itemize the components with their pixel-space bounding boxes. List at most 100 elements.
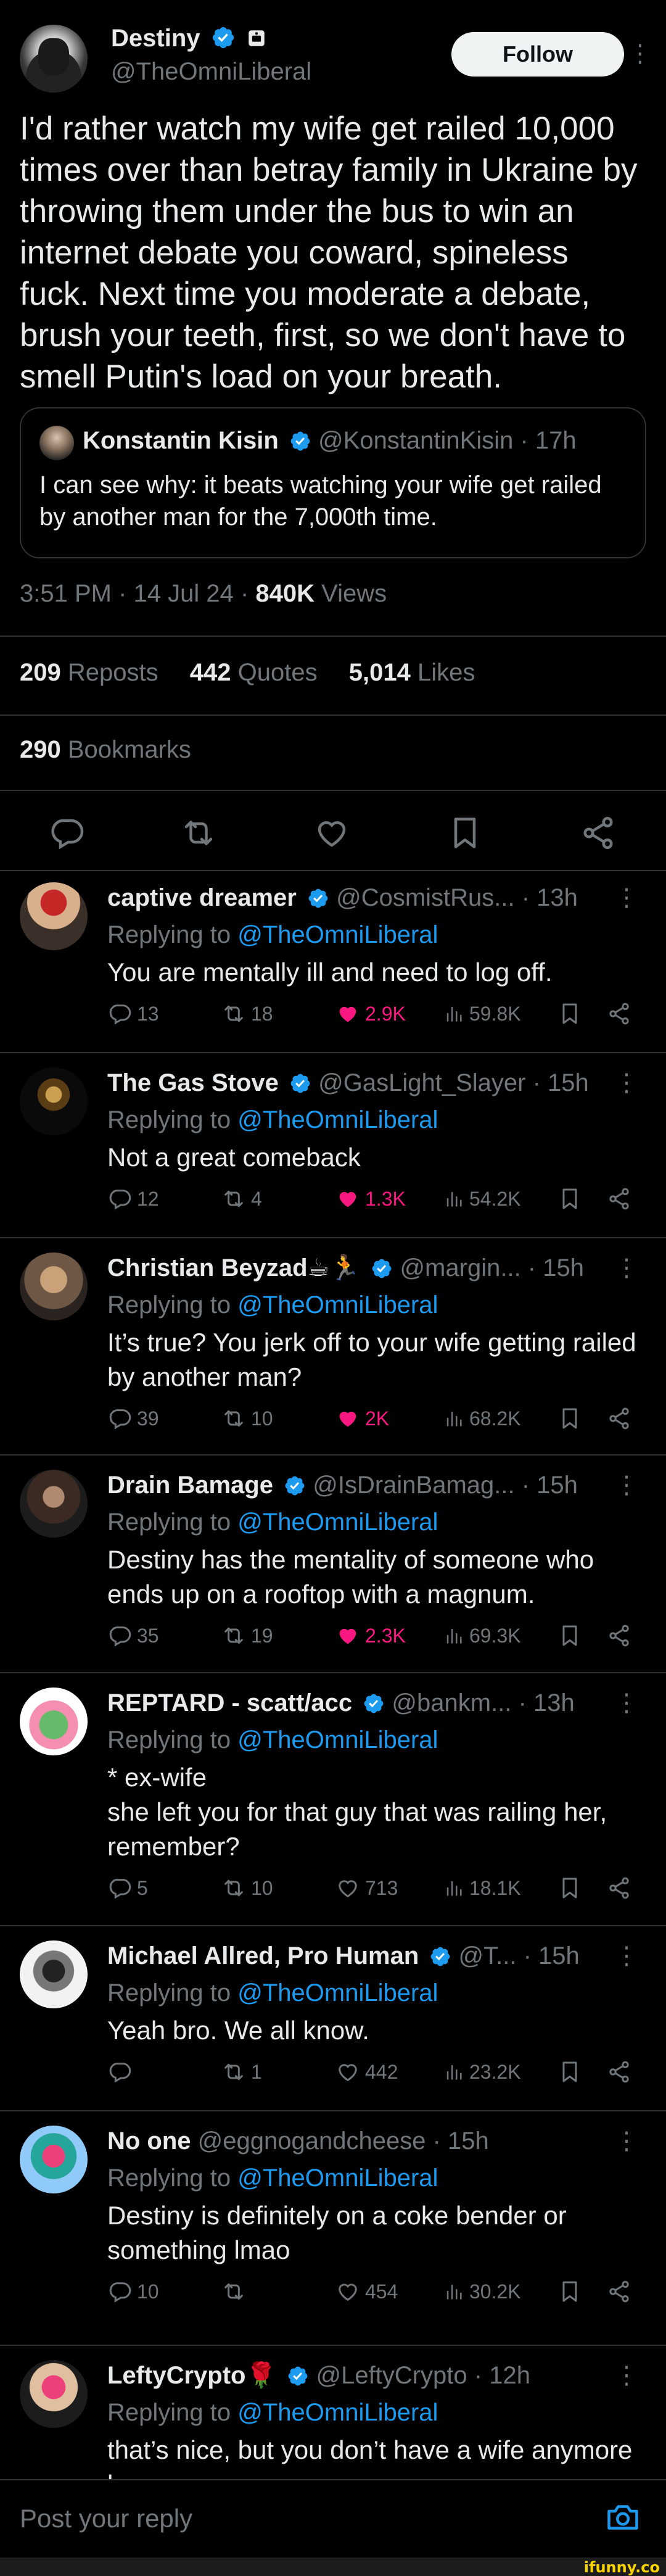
reply-views-button[interactable]: 23.2K [443,2056,521,2087]
replying-to-handle[interactable]: @TheOmniLiberal [237,1979,438,2007]
reply-bookmark-button[interactable] [557,1873,587,1903]
reply-bookmark-button[interactable] [557,1403,587,1434]
avatar[interactable] [20,882,88,950]
bookmarks-stat[interactable]: 290 Bookmarks [20,736,191,764]
author-name[interactable]: Destiny [111,25,200,52]
reply-repost-button[interactable] [221,2276,251,2307]
reply-views-button[interactable]: 59.8K [443,998,521,1029]
reply-repost-button[interactable]: 1 [221,2056,262,2087]
reply-like-button[interactable]: 2.3K [335,1620,406,1651]
like-icon[interactable] [313,814,350,851]
reply-author-name[interactable]: Michael Allred, Pro Human [107,1942,419,1969]
reply-author-name[interactable]: captive dreamer [107,884,297,911]
reply-author-name[interactable]: LeftyCrypto🌹 [107,2362,276,2389]
reply-time[interactable]: · 15h [533,1069,589,1096]
reply-share-button[interactable] [607,2056,636,2087]
reply-views-button[interactable]: 18.1K [443,1873,521,1903]
reply-share-button[interactable] [607,1183,636,1214]
reply-author-handle[interactable]: @IsDrainBamag... [313,1472,514,1499]
reply-repost-button[interactable]: 19 [221,1620,273,1651]
reply-bookmark-button[interactable] [557,998,587,1029]
more-options-icon[interactable]: ⋮ [614,882,639,913]
reply-author-name[interactable]: REPTARD - scatt/acc [107,1689,352,1717]
reply-bookmark-button[interactable] [557,1183,587,1214]
reply-like-button[interactable]: 442 [335,2056,398,2087]
reply-like-button[interactable]: 1.3K [335,1183,406,1214]
reply-author-name[interactable]: Drain Bamage [107,1472,273,1499]
reply-author-handle[interactable]: @eggnogandcheese [198,2127,426,2155]
replying-to-handle[interactable]: @TheOmniLiberal [237,1509,438,1536]
reply-repost-button[interactable]: 4 [221,1183,262,1214]
reply-author-handle[interactable]: @LeftyCrypto [316,2362,467,2389]
reply-comment-button[interactable]: 35 [107,1620,159,1651]
avatar[interactable] [20,1067,88,1135]
reply-repost-button[interactable]: 18 [221,998,273,1029]
reply-author-name[interactable]: No one [107,2127,191,2155]
reply-author-handle[interactable]: @GasLight_Slayer [318,1069,525,1096]
bookmark-icon[interactable] [446,814,483,851]
reply-author-handle[interactable]: @CosmistRus... [336,884,515,911]
reply-views-button[interactable]: 69.3K [443,1620,521,1651]
reply-author-name[interactable]: Christian Beyzad☕🏃 [107,1254,360,1282]
reply-time[interactable]: · 13h [519,1689,575,1717]
reply-share-button[interactable] [607,1620,636,1651]
quotes-stat[interactable]: 442 Quotes [190,659,318,686]
reply-input[interactable]: Post your reply [20,2504,192,2533]
reply-share-button[interactable] [607,1403,636,1434]
reply-time[interactable]: · 13h [522,884,578,911]
more-options-icon[interactable]: ⋮ [614,2126,639,2156]
replying-to-handle[interactable]: @TheOmniLiberal [237,2399,438,2426]
reply-like-button[interactable]: 454 [335,2276,398,2307]
reply-time[interactable]: · 15h [433,2127,489,2155]
reply-time[interactable]: · 15h [528,1254,584,1282]
reply-comment-button[interactable]: 12 [107,1183,159,1214]
replying-to-handle[interactable]: @TheOmniLiberal [237,1106,438,1133]
reply-like-button[interactable]: 713 [335,1873,398,1903]
more-options-icon[interactable]: ⋮ [614,2360,639,2391]
reply-time[interactable]: · 15h [524,1942,580,1969]
reply-comment-button[interactable]: 13 [107,998,159,1029]
share-icon[interactable] [580,814,617,851]
reply-views-button[interactable]: 68.2K [443,1403,521,1434]
reply-comment-button[interactable] [107,2056,137,2087]
author-handle[interactable]: @TheOmniLiberal [111,58,311,86]
avatar[interactable] [20,2360,88,2428]
reply-views-button[interactable]: 30.2K [443,2276,521,2307]
reply-author-name[interactable]: The Gas Stove [107,1069,279,1096]
more-options-icon[interactable]: ⋮ [614,1067,639,1098]
reply-share-button[interactable] [607,1873,636,1903]
replying-to-handle[interactable]: @TheOmniLiberal [237,2164,438,2192]
reply-comment-button[interactable]: 10 [107,2276,159,2307]
author-name-row[interactable]: Destiny [111,25,267,52]
reply-like-button[interactable]: 2K [335,1403,389,1434]
avatar[interactable] [20,1688,88,1755]
reply-views-button[interactable]: 54.2K [443,1183,521,1214]
reply-time[interactable]: · 12h [474,2362,530,2389]
replying-to-handle[interactable]: @TheOmniLiberal [237,1726,438,1754]
repost-icon[interactable] [180,814,217,851]
reply-share-button[interactable] [607,2276,636,2307]
more-options-icon[interactable]: ⋮ [614,1470,639,1501]
replying-to-handle[interactable]: @TheOmniLiberal [237,1291,438,1319]
more-options-icon[interactable]: ⋮ [614,1940,639,1971]
more-options-icon[interactable]: ⋮ [628,38,652,69]
camera-icon[interactable] [604,2499,641,2536]
reply-bookmark-button[interactable] [557,1620,587,1651]
reply-like-button[interactable]: 2.9K [335,998,406,1029]
likes-stat[interactable]: 5,014 Likes [349,659,475,686]
reply-comment-button[interactable]: 5 [107,1873,148,1903]
replying-to-handle[interactable]: @TheOmniLiberal [237,921,438,948]
reposts-stat[interactable]: 209 Reposts [20,659,158,686]
reply-comment-button[interactable]: 39 [107,1403,159,1434]
reply-bookmark-button[interactable] [557,2276,587,2307]
more-options-icon[interactable]: ⋮ [614,1253,639,1283]
quoted-tweet[interactable]: Konstantin Kisin @KonstantinKisin · 17h … [20,407,646,558]
reply-icon[interactable] [48,814,85,851]
reply-author-handle[interactable]: @margin... [400,1254,520,1282]
more-options-icon[interactable]: ⋮ [614,1688,639,1718]
tweet-time[interactable]: 3:51 PM · 14 Jul 24 · [20,580,249,607]
reply-share-button[interactable] [607,998,636,1029]
avatar[interactable] [20,2126,88,2193]
reply-repost-button[interactable]: 10 [221,1873,273,1903]
reply-time[interactable]: · 15h [522,1472,578,1499]
